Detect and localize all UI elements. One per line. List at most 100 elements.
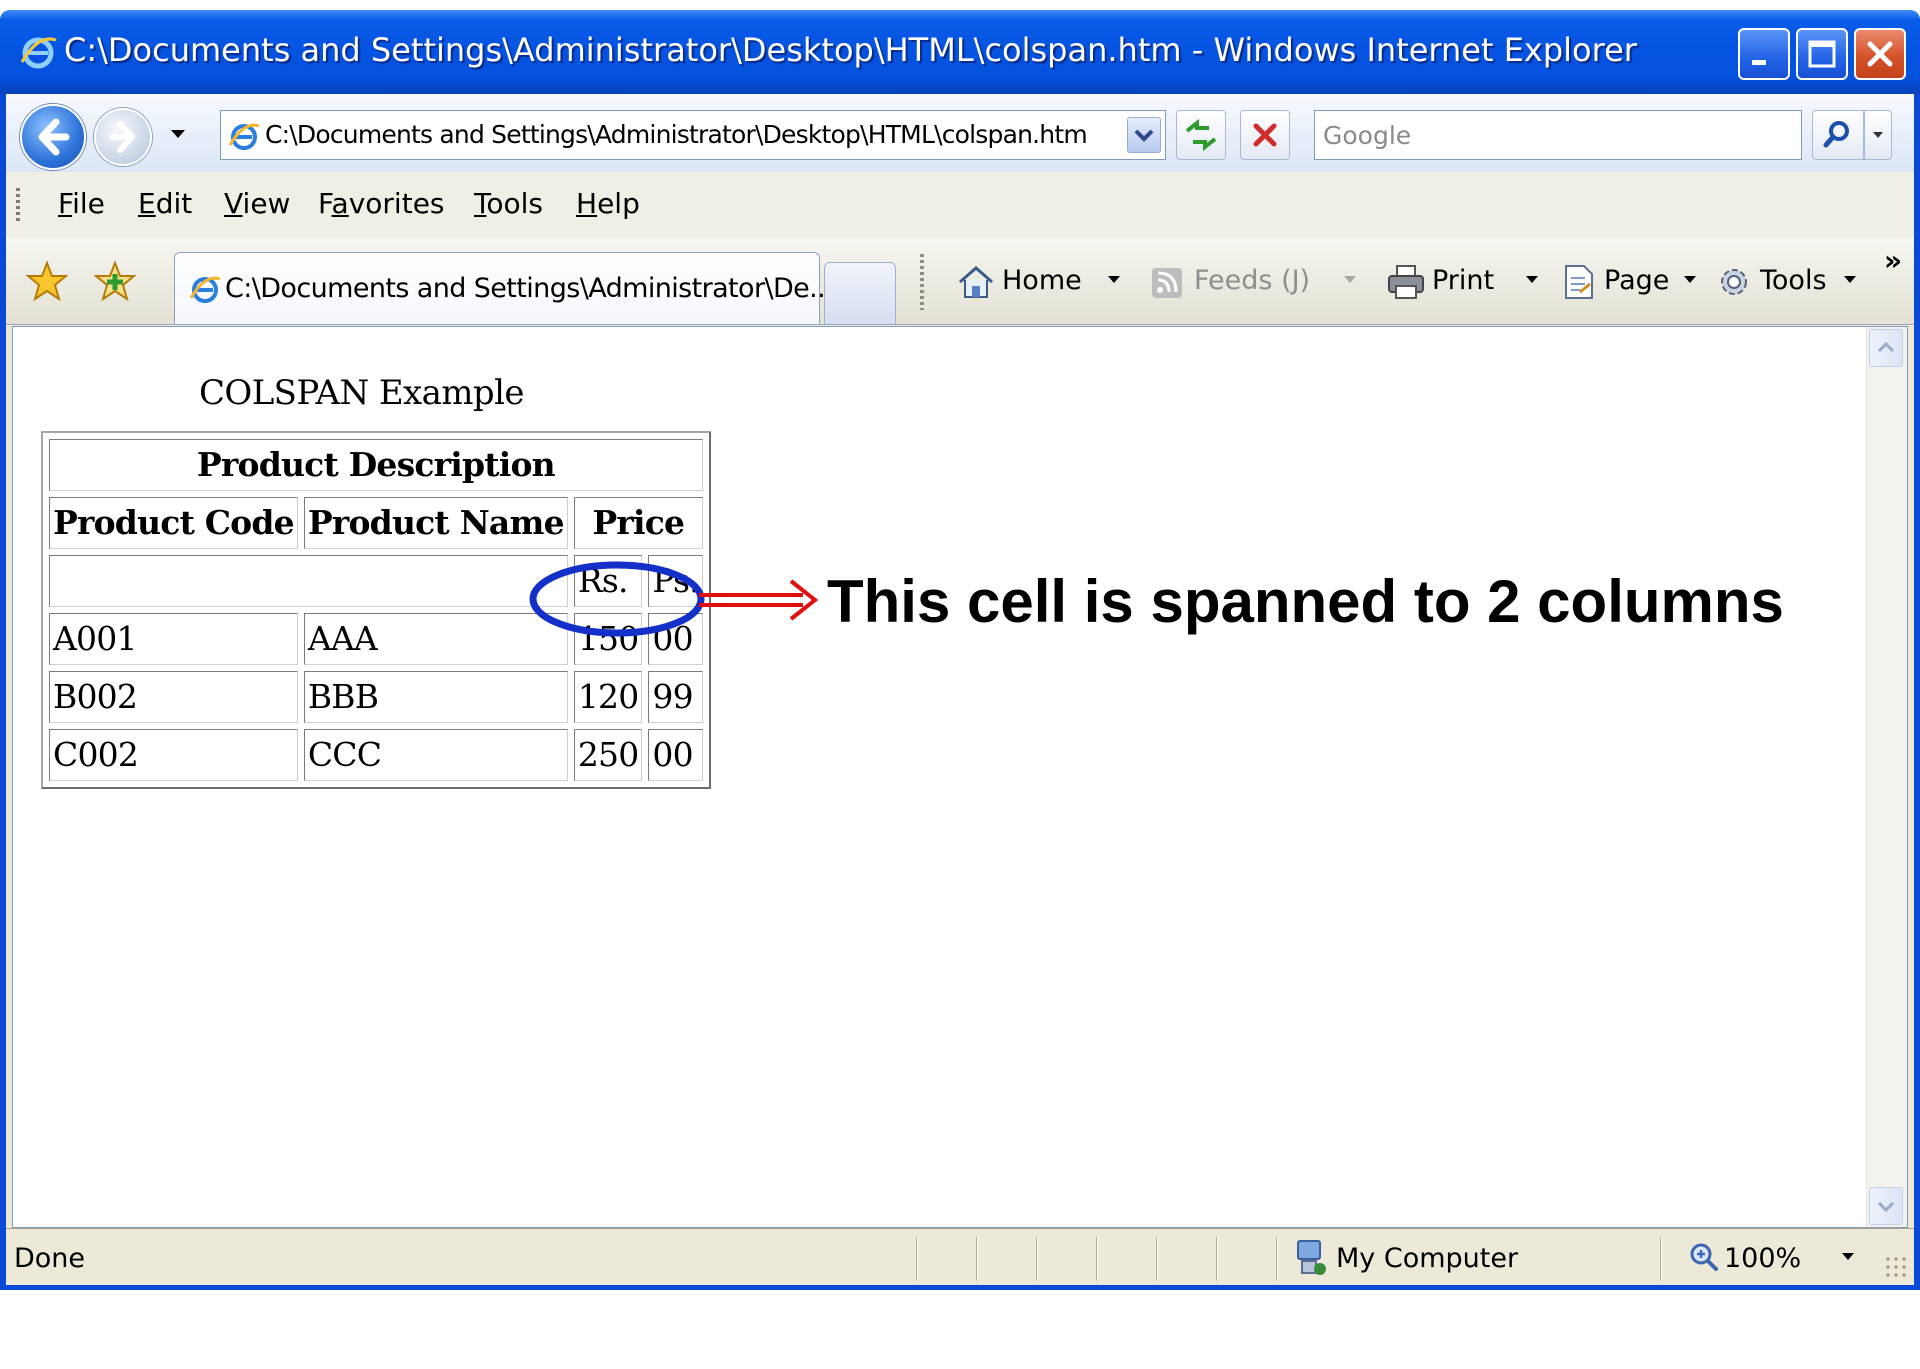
table-row: Product Code Product Name Price [49, 497, 703, 549]
table-row: B002 BBB 120 99 [49, 671, 703, 723]
close-icon [1867, 41, 1893, 67]
new-tab-button[interactable] [824, 262, 896, 324]
table-cell: CCC [303, 729, 568, 781]
security-zone-text: My Computer [1336, 1243, 1519, 1274]
window-title: C:\Documents and Settings\Administrator\… [64, 31, 1637, 69]
printer-icon [1388, 265, 1424, 299]
refresh-icon [1185, 118, 1217, 152]
status-divider [1276, 1237, 1277, 1281]
table-cell: A001 [49, 613, 298, 665]
maximize-icon [1808, 40, 1836, 68]
status-divider [916, 1237, 917, 1281]
status-bar: Done My Computer 100% [6, 1228, 1914, 1285]
table-cell: 99 [648, 671, 703, 723]
forward-arrow-icon [109, 121, 135, 153]
status-divider [976, 1237, 977, 1281]
status-divider [1036, 1237, 1037, 1281]
menu-bar: File Edit View Favorites Tools Help [6, 172, 1914, 239]
menu-favorites[interactable]: Favorites [318, 184, 445, 224]
status-text: Done [14, 1243, 86, 1274]
minimize-icon [1752, 60, 1766, 65]
table-cell: B002 [49, 671, 298, 723]
annotation-text: This cell is spanned to 2 columns [827, 568, 1784, 635]
table-row: Product Description [49, 439, 703, 491]
address-dropdown-button[interactable] [1127, 117, 1161, 153]
refresh-button[interactable] [1176, 110, 1226, 160]
scroll-up-button[interactable] [1869, 329, 1903, 367]
page-icon [1565, 265, 1593, 299]
feeds-icon [1152, 268, 1182, 298]
resize-grip[interactable] [1884, 1255, 1910, 1281]
vertical-scrollbar[interactable] [1866, 327, 1907, 1227]
zoom-icon[interactable] [1688, 1241, 1720, 1273]
browser-window: C:\Documents and Settings\Administrator\… [0, 10, 1920, 1290]
tab-bar: C:\Documents and Settings\Administrator\… [6, 238, 1914, 325]
ie-page-icon [228, 123, 260, 150]
tools-dropdown-icon[interactable] [1844, 276, 1856, 283]
table-cell: 250 [573, 729, 643, 781]
back-arrow-icon [38, 118, 70, 156]
menu-file[interactable]: File [58, 184, 105, 224]
status-divider [1660, 1237, 1661, 1281]
feeds-dropdown-icon[interactable] [1344, 276, 1356, 283]
home-icon [959, 266, 993, 298]
search-input[interactable] [1323, 111, 1793, 159]
browser-chrome: C:\Documents and Settings\Administrator\… [6, 94, 1914, 1285]
favorites-star-icon[interactable] [26, 260, 68, 302]
address-url[interactable]: C:\Documents and Settings\Administrator\… [265, 111, 1088, 159]
header-cell-product-name: Product Name [303, 497, 568, 549]
zoom-dropdown-icon[interactable] [1842, 1253, 1854, 1260]
menu-tools[interactable]: Tools [474, 184, 543, 224]
status-divider [1216, 1237, 1217, 1281]
title-bar[interactable]: C:\Documents and Settings\Administrator\… [0, 10, 1920, 94]
add-favorite-icon[interactable] [94, 260, 136, 302]
ie-page-icon [189, 276, 221, 303]
status-divider [1156, 1237, 1157, 1281]
menu-help[interactable]: Help [576, 184, 640, 224]
header-cell-price: Price [573, 497, 703, 549]
recent-pages-dropdown-icon[interactable] [168, 124, 188, 144]
menu-edit[interactable]: Edit [138, 184, 192, 224]
chevron-down-icon [1877, 1201, 1895, 1213]
navigation-bar: C:\Documents and Settings\Administrator\… [6, 94, 1914, 173]
page-viewport: COLSPAN Example Product Description Prod… [12, 326, 1908, 1228]
minimize-button[interactable] [1738, 28, 1790, 80]
stop-button[interactable] [1240, 110, 1290, 160]
status-divider [1096, 1237, 1097, 1281]
table-cell: BBB [303, 671, 568, 723]
scroll-down-button[interactable] [1869, 1187, 1903, 1225]
pointer-arrow-icon [699, 579, 819, 621]
my-computer-icon [1297, 1240, 1326, 1275]
search-icon [1823, 121, 1849, 148]
table-cell: 00 [648, 729, 703, 781]
toolbar-grip[interactable] [16, 188, 20, 224]
chevron-up-icon [1877, 341, 1895, 353]
table-cell: 120 [573, 671, 643, 723]
chevron-down-icon [1134, 129, 1154, 142]
zoom-level[interactable]: 100% [1724, 1239, 1801, 1279]
search-field[interactable] [1314, 110, 1802, 160]
stop-icon [1253, 123, 1277, 147]
page-dropdown-icon[interactable] [1684, 276, 1696, 283]
page-heading: COLSPAN Example [199, 373, 525, 413]
table-cell: C002 [49, 729, 298, 781]
forward-button[interactable] [94, 108, 152, 166]
empty-spanned-cell [49, 555, 568, 607]
gear-icon [1721, 269, 1747, 295]
tab-colspan[interactable]: C:\Documents and Settings\Administrator\… [174, 252, 834, 324]
header-cell-product-code: Product Code [49, 497, 298, 549]
search-button[interactable] [1812, 110, 1864, 160]
maximize-button[interactable] [1796, 28, 1848, 80]
table-row: C002 CCC 250 00 [49, 729, 703, 781]
toolbar-grip[interactable] [920, 254, 924, 310]
close-button[interactable] [1854, 28, 1906, 80]
back-button[interactable] [20, 104, 86, 170]
home-dropdown-icon[interactable] [1108, 276, 1120, 283]
address-field[interactable]: C:\Documents and Settings\Administrator\… [220, 110, 1166, 160]
search-options-button[interactable] [1864, 110, 1892, 160]
ie-logo-icon [20, 37, 57, 69]
highlight-ellipse [529, 561, 705, 637]
menu-view[interactable]: View [224, 184, 290, 224]
print-dropdown-icon[interactable] [1526, 276, 1538, 283]
more-commands-chevron-icon[interactable]: » [1884, 246, 1902, 276]
